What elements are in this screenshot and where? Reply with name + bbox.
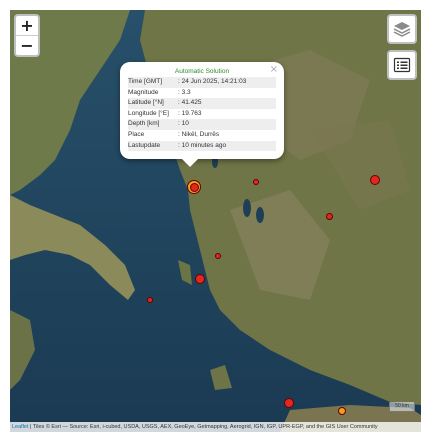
row-key: Place [128, 130, 145, 138]
row-key: Longitude [°E] [128, 109, 169, 117]
close-icon[interactable]: × [270, 64, 278, 75]
row-value: : 10 minutes ago [178, 141, 227, 149]
row-value: : 3.3 [178, 88, 191, 96]
row-value: : Nikël, Durrës [178, 130, 220, 138]
event-list-button[interactable] [387, 50, 417, 80]
popup-details-table: Time [GMT] : 24 Jun 2025, 14:21:03 Magnit… [128, 77, 276, 152]
earthquake-info-popup: × Automatic Solution Time [GMT] : 24 Jun … [120, 62, 284, 168]
row-value: : 24 Jun 2025, 14:21:03 [178, 78, 247, 85]
popup-row-depth: Depth [km] : 10 [128, 119, 276, 130]
map-attribution: Leaflet | Tiles © Esri — Source: Esri, i… [10, 422, 421, 432]
earthquake-marker[interactable] [215, 253, 221, 259]
row-key: Lastupdate [128, 141, 161, 149]
earthquake-marker[interactable] [338, 407, 346, 415]
earthquake-marker[interactable] [253, 179, 259, 185]
leaflet-link[interactable]: Leaflet [12, 424, 29, 430]
popup-row-time: Time [GMT] : 24 Jun 2025, 14:21:03 [128, 77, 276, 88]
earthquake-marker[interactable] [147, 297, 153, 303]
popup-tip [182, 159, 198, 168]
attribution-text: | Tiles © Esri — Source: Esri, i-cubed, … [28, 424, 378, 430]
earthquake-marker[interactable] [284, 398, 294, 408]
popup-row-magnitude: Magnitude : 3.3 [128, 88, 276, 99]
zoom-out-button[interactable]: − [16, 35, 38, 55]
row-key: Magnitude [128, 88, 159, 96]
popup-row-longitude: Longitude [°E] : 19.763 [128, 109, 276, 120]
scale-bar: 50 km [389, 402, 415, 412]
row-value: : 19.763 [178, 109, 202, 117]
layers-button[interactable] [387, 14, 417, 44]
popup-row-latitude: Latitude [°N] : 41.425 [128, 98, 276, 109]
zoom-in-button[interactable]: + [16, 16, 38, 35]
earthquake-marker[interactable] [195, 274, 205, 284]
earthquake-marker[interactable] [370, 175, 380, 185]
row-value: : 10 [178, 120, 189, 128]
popup-row-place: Place : Nikël, Durrës [128, 130, 276, 141]
row-key: Time [GMT] [128, 78, 163, 85]
row-value: : 41.425 [178, 99, 202, 107]
popup-row-lastupdate: Lastupdate : 10 minutes ago [128, 140, 276, 152]
row-key: Depth [km] [128, 120, 160, 128]
earthquake-marker[interactable] [326, 213, 333, 220]
row-key: Latitude [°N] [128, 99, 164, 107]
list-icon [393, 57, 411, 73]
earthquake-marker[interactable] [190, 183, 199, 192]
popup-title: Automatic Solution [174, 68, 230, 75]
layers-icon [393, 22, 411, 37]
zoom-control: + − [14, 14, 40, 57]
map-view[interactable]: + − × Automatic Solution Time [GMT] : 24 … [10, 10, 421, 432]
